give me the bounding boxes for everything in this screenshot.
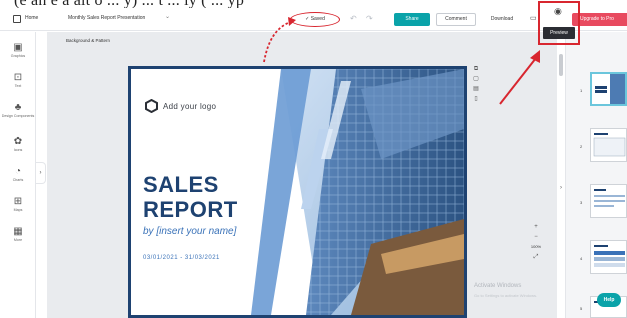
slide-byline[interactable]: by [insert your name] [143, 226, 236, 237]
thumbnail-preview [595, 74, 625, 104]
share-label: Share [405, 16, 419, 22]
sidebar-item-graphics[interactable]: ▣ Graphics [0, 42, 36, 68]
comment-label: Comment [445, 16, 467, 22]
charts-icon: ◔ [14, 166, 22, 177]
slide-thumbnail[interactable] [590, 128, 627, 162]
help-button[interactable]: Help [597, 293, 621, 307]
sidebar-collapse-toggle[interactable]: › [36, 162, 46, 184]
copy-icon[interactable]: ⧉ [471, 64, 481, 74]
comment-button[interactable]: Comment [436, 13, 476, 26]
sidebar-item-more[interactable]: ▦ More [0, 226, 36, 252]
delete-icon[interactable]: ▯ [471, 94, 481, 104]
slide-date-range[interactable]: 03/01/2021 - 31/03/2021 [143, 255, 220, 261]
slide-thumbnail[interactable] [590, 72, 627, 106]
sidebar-item-maps[interactable]: ⊞ Maps [0, 196, 36, 222]
home-link[interactable]: Home [25, 15, 38, 21]
slide-number: 2 [580, 144, 583, 149]
duplicate-icon[interactable]: ▢ [471, 74, 481, 84]
upgrade-label: Upgrade to Pro [580, 16, 614, 22]
zoom-in-icon[interactable]: + [527, 222, 545, 232]
fit-screen-icon[interactable]: ⤢ [527, 252, 545, 262]
zoom-control: + − 100% ⤢ [527, 222, 545, 262]
sidebar-item-label: Charts [12, 178, 24, 182]
more-icon: ▦ [13, 226, 23, 237]
torn-document-strip: (e an e a alt o ... y) ... t ... ly ( ..… [0, 0, 627, 8]
sidebar-item-label: Graphics [10, 54, 26, 58]
slide-number: 3 [580, 200, 583, 205]
sidebar-item-text[interactable]: ⊡ Text [0, 72, 36, 98]
design-components-icon: ♣ [14, 102, 22, 113]
sidebar-item-label: More [13, 238, 23, 242]
share-button[interactable]: Share [394, 13, 430, 26]
graphics-icon: ▣ [13, 42, 23, 53]
slide-thumbnail[interactable] [590, 240, 627, 274]
zoom-level: 100% [530, 244, 542, 249]
sidebar-item-design-components[interactable]: ♣ Design Components [0, 102, 36, 128]
maps-icon: ⊞ [13, 196, 23, 207]
chevron-right-icon: › [39, 170, 42, 176]
sidebar-item-label: Design Components [1, 114, 35, 118]
preview-highlight-box: ◉ Preview [538, 1, 580, 45]
saved-status: ✓ Saved [290, 12, 340, 27]
preview-eye-icon[interactable]: ◉ [554, 6, 562, 17]
sidebar-item-icons[interactable]: ✿ Icons [0, 136, 36, 162]
sidebar-item-label: Text [14, 84, 22, 88]
left-sidebar: ▣ Graphics ⊡ Text ♣ Design Components ✿ … [0, 32, 36, 318]
hexagon-logo-icon [145, 99, 158, 113]
slide-canvas[interactable]: Add your logo SALES REPORT by [insert yo… [128, 66, 467, 318]
home-icon[interactable] [13, 15, 21, 23]
lock-icon[interactable]: ▤ [471, 84, 481, 94]
icons-icon: ✿ [13, 136, 23, 147]
document-title[interactable]: Monthly Sales Report Presentation [68, 15, 145, 21]
sidebar-item-label: Icons [13, 148, 23, 152]
thumbnail-preview [594, 245, 625, 267]
breadcrumb[interactable]: Background & Pattern [66, 38, 110, 43]
slide-mini-toolbar: ⧉ ▢ ▤ ▯ [471, 64, 481, 104]
download-label: Download [490, 16, 514, 22]
slide-thumbnail[interactable] [590, 184, 627, 218]
thumbnail-preview [594, 189, 625, 207]
chevron-right-icon: › [560, 185, 562, 191]
undo-icon[interactable]: ↶ [350, 14, 357, 23]
torn-text: (e an e a alt o ... y) ... t ... ly ( ..… [14, 0, 244, 8]
redo-icon[interactable]: ↷ [366, 14, 373, 23]
windows-watermark-title: Activate Windows [474, 283, 522, 289]
slide-number: 5 [580, 306, 583, 311]
slide-title-line1: SALES [143, 172, 219, 197]
logo-placeholder[interactable]: Add your logo [163, 102, 216, 111]
chevron-down-icon[interactable]: ⌄ [165, 13, 170, 20]
sidebar-item-charts[interactable]: ◔ Charts [0, 166, 36, 192]
zoom-out-icon[interactable]: − [527, 232, 545, 242]
thumbnail-preview [593, 133, 626, 157]
upgrade-button[interactable]: Upgrade to Pro [572, 13, 627, 26]
scrollbar[interactable] [559, 54, 563, 76]
slide-number: 1 [580, 88, 583, 93]
download-button[interactable]: Download [481, 13, 523, 26]
windows-watermark-subtitle: Go to Settings to activate Windows. [474, 293, 538, 298]
present-icon[interactable]: ▭ [530, 14, 537, 22]
sidebar-item-label: Maps [13, 208, 23, 212]
slide-title-line2: REPORT [143, 197, 238, 222]
panel-collapse-toggle[interactable]: › [557, 178, 565, 198]
preview-tooltip: Preview [543, 27, 575, 39]
slide-number: 4 [580, 256, 583, 261]
slide-title[interactable]: SALES REPORT [143, 172, 238, 222]
top-bar: Home Monthly Sales Report Presentation ⌄… [0, 8, 627, 31]
text-icon: ⊡ [13, 72, 23, 83]
